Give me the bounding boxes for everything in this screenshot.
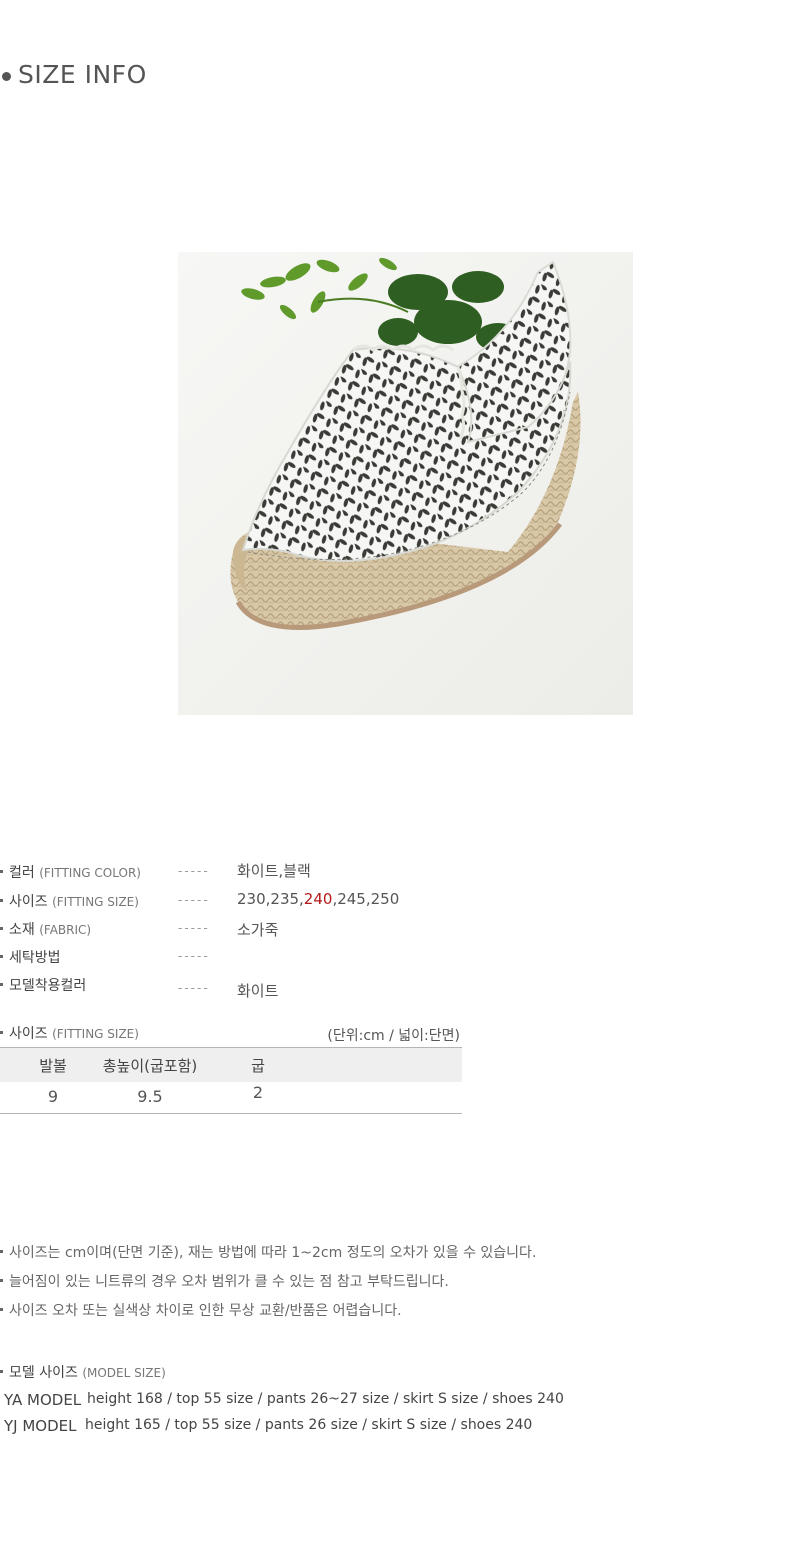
spec-dashes: ----- [178, 893, 210, 907]
model-ya-name: YA MODEL [4, 1391, 82, 1409]
spec-value-fabric: 소가죽 [237, 921, 279, 939]
spec-dashes: ----- [178, 921, 210, 935]
title-bullet-icon [2, 72, 11, 81]
product-photo [178, 252, 633, 715]
spec-label-color: 컬러 (FITTING COLOR) [0, 862, 141, 882]
bullet-icon [0, 869, 3, 873]
section-title: SIZE INFO [18, 60, 147, 89]
unit-note: (단위:cm / 넓이:단면) [327, 1028, 460, 1044]
highlighted-size: 240 [303, 890, 333, 908]
size-table-label: 사이즈 (FITTING SIZE) [0, 1023, 139, 1043]
bullet-icon [0, 954, 3, 958]
bullet-icon [0, 926, 3, 930]
note-item: 늘어짐이 있는 니트류의 경우 오차 범위가 클 수 있는 점 참고 부탁드립니… [0, 1271, 449, 1291]
spec-dashes: ----- [178, 981, 210, 995]
table-cell: 9 [47, 1087, 59, 1106]
bullet-icon [0, 1278, 3, 1282]
model-ya-info: height 168 / top 55 size / pants 26~27 s… [87, 1391, 564, 1407]
bullet-icon [0, 1307, 3, 1311]
spec-value-size: 230,235,240,245,250 [237, 890, 400, 908]
spec-value-model-color: 화이트 [237, 982, 279, 1000]
bullet-icon [0, 898, 3, 902]
spec-value-color: 화이트,블랙 [237, 862, 311, 880]
spec-dashes: ----- [178, 864, 210, 878]
spec-label-size: 사이즈 (FITTING SIZE) [0, 891, 139, 911]
spec-dashes: ----- [178, 949, 210, 963]
bullet-icon [0, 1249, 3, 1253]
bullet-icon [0, 1030, 3, 1034]
table-header-cell: 총높이(굽포함) [102, 1057, 198, 1075]
table-header-cell: 발볼 [39, 1057, 67, 1075]
table-bottom-border [0, 1113, 462, 1114]
bullet-icon [0, 982, 3, 986]
spec-label-model-color: 모델착용컬러 [0, 975, 86, 995]
table-cell: 9.5 [137, 1087, 163, 1106]
note-item: 사이즈 오차 또는 실색상 차이로 인한 무상 교환/반품은 어렵습니다. [0, 1300, 402, 1320]
model-size-label: 모델 사이즈 (MODEL SIZE) [0, 1362, 166, 1382]
note-item: 사이즈는 cm이며(단면 기준), 재는 방법에 따라 1~2cm 정도의 오차… [0, 1242, 536, 1262]
spec-label-fabric: 소재 (FABRIC) [0, 919, 91, 939]
table-cell: 2 [252, 1083, 264, 1102]
model-yj-info: height 165 / top 55 size / pants 26 size… [85, 1417, 533, 1433]
table-header-cell: 굽 [251, 1057, 265, 1075]
spec-label-washing: 세탁방법 [0, 947, 61, 967]
bullet-icon [0, 1369, 3, 1373]
model-yj-name: YJ MODEL [4, 1417, 77, 1435]
